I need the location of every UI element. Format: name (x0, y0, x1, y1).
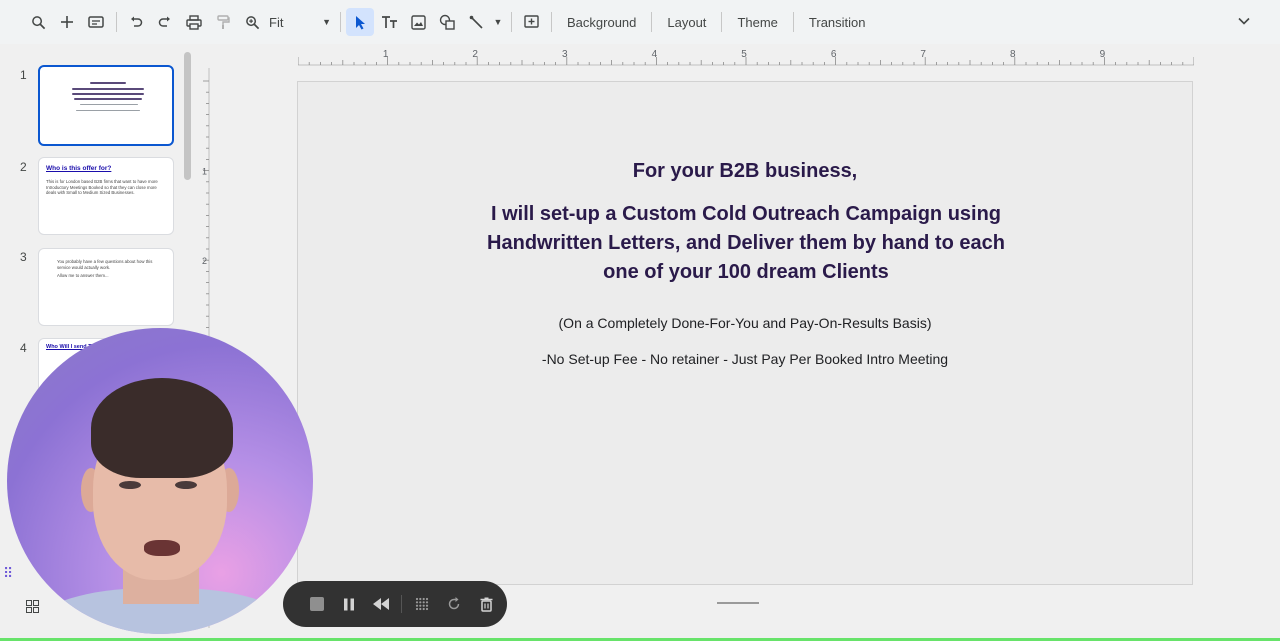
current-slide[interactable]: For your B2B business, I will set-up a C… (297, 81, 1193, 585)
blur-button[interactable] (406, 589, 438, 619)
zoom-select[interactable]: Fit ▼ (267, 8, 335, 36)
restart-icon (448, 597, 460, 610)
select-icon[interactable] (346, 8, 374, 36)
ruler-label: 1 (383, 49, 389, 60)
grid-view-icon[interactable] (26, 600, 39, 616)
rewind-icon (373, 598, 389, 610)
toolbar-divider (651, 12, 653, 32)
slide-number: 3 (20, 250, 27, 264)
paint-format-icon[interactable] (209, 8, 237, 36)
theme-button[interactable]: Theme (727, 8, 787, 36)
text-box-icon[interactable] (375, 8, 403, 36)
slide-terms-text: -No Set-up Fee - No retainer - Just Pay … (541, 351, 949, 367)
trash-icon (480, 597, 492, 612)
grid-dots-icon (415, 597, 429, 611)
pause-icon (344, 598, 354, 610)
slide-thumbnail-2[interactable]: Who is this offer for? This is for Londo… (38, 157, 174, 235)
ruler-label: 2 (472, 49, 478, 60)
print-icon[interactable] (180, 8, 208, 36)
comment-icon[interactable] (517, 8, 545, 36)
redo-icon[interactable] (151, 8, 179, 36)
toolbar: Fit ▼ ▼ Background Layout Theme Transiti… (0, 0, 1280, 44)
thumb-text: You probably have a few questions about … (57, 259, 153, 270)
chevron-down-icon: ▼ (322, 17, 331, 27)
slide-basis-text: (On a Completely Done-For-You and Pay-On… (558, 315, 932, 331)
rewind-button[interactable] (365, 589, 397, 619)
collapse-icon[interactable] (1238, 14, 1250, 28)
toolbar-divider (721, 12, 723, 32)
thumb-text: Allow me to answer them... (57, 273, 109, 278)
slide-heading: For your B2B business, (632, 160, 858, 182)
recorder-divider (401, 595, 402, 613)
zoom-icon[interactable] (238, 8, 266, 36)
background-button[interactable]: Background (557, 8, 646, 36)
delete-recording-button[interactable] (470, 589, 502, 619)
slide-thumbnail-3[interactable]: You probably have a few questions about … (38, 248, 174, 326)
drag-handle-icon[interactable]: ⠿ (3, 565, 13, 582)
thumb-text: This is for London based B2B firms that … (46, 179, 158, 195)
ruler-label: 8 (1010, 49, 1016, 60)
restart-button[interactable] (438, 589, 470, 619)
image-icon[interactable] (404, 8, 432, 36)
shape-icon[interactable] (433, 8, 461, 36)
horizontal-ruler: 1 2 3 4 5 6 7 8 9 (298, 49, 1194, 66)
ruler-label: 4 (652, 49, 658, 60)
toolbar-divider (116, 12, 117, 32)
slide-thumbnail-1[interactable] (38, 65, 174, 146)
toolbar-divider (511, 12, 512, 32)
toolbar-divider (792, 12, 794, 32)
add-icon[interactable] (53, 8, 81, 36)
filmstrip-scrollbar[interactable] (184, 52, 191, 180)
transition-button[interactable]: Transition (799, 8, 876, 36)
thumb-title: Who is this offer for? (46, 165, 112, 172)
line-dropdown-icon[interactable]: ▼ (491, 8, 505, 36)
ruler-label: 3 (562, 49, 568, 60)
ruler-label: 1 (202, 167, 207, 177)
slide-lead-text: I will set-up a Custom Cold Outreach Cam… (487, 203, 1005, 283)
search-icon[interactable] (24, 8, 52, 36)
toolbar-divider (340, 12, 341, 32)
slide-canvas: 1 2 3 4 5 6 7 8 9 1 2 For your B2B business, I wi… (200, 44, 1280, 641)
pause-recording-button[interactable] (333, 589, 365, 619)
stop-recording-button[interactable] (301, 589, 333, 619)
layout-button[interactable]: Layout (657, 8, 716, 36)
ruler-label: 6 (831, 49, 837, 60)
toolbar-divider (551, 12, 552, 32)
notes-resize-handle[interactable] (717, 602, 759, 604)
ruler-label: 2 (202, 256, 207, 266)
ruler-label: 5 (741, 49, 747, 60)
ruler-label: 9 (1100, 49, 1106, 60)
webcam-bubble[interactable] (7, 328, 313, 634)
ruler-label: 7 (920, 49, 926, 60)
stop-icon (310, 597, 324, 611)
undo-icon[interactable] (122, 8, 150, 36)
zoom-value: Fit (269, 14, 284, 30)
recording-controls (283, 581, 507, 627)
new-slide-icon[interactable] (82, 8, 110, 36)
line-icon[interactable] (462, 8, 490, 36)
slide-number: 4 (20, 341, 27, 355)
slide-number: 2 (20, 160, 27, 174)
slide-number: 1 (20, 68, 27, 82)
